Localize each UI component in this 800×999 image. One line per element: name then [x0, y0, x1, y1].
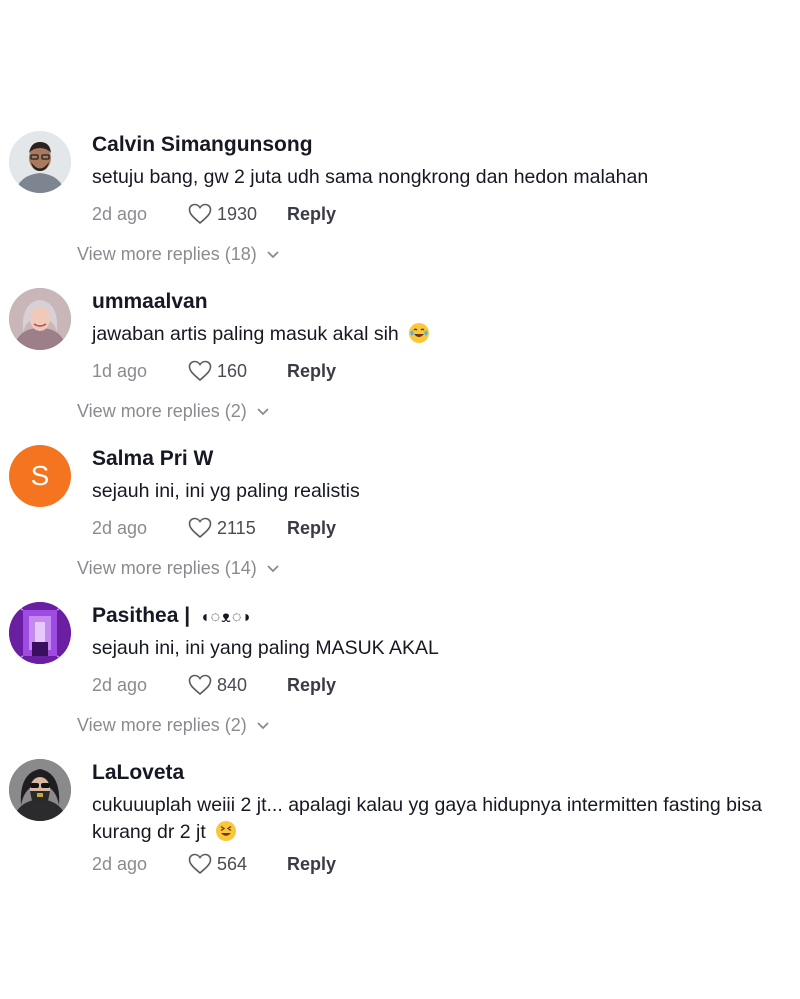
- comment-body: cukuuuplah weiii 2 jt... apalagi kalau y…: [92, 794, 762, 843]
- avatar[interactable]: [9, 602, 71, 664]
- heart-icon: [188, 360, 212, 382]
- chevron-down-icon: [267, 250, 279, 258]
- username[interactable]: LaLoveta: [92, 761, 184, 785]
- comment-meta: 2d ago 564 Reply: [92, 851, 336, 877]
- username[interactable]: Calvin Simangunsong: [92, 133, 313, 157]
- comment-item: LaLoveta cukuuuplah weiii 2 jt... apalag…: [0, 759, 800, 916]
- comment-meta: 2d ago 840 Reply: [92, 672, 336, 698]
- view-more-replies[interactable]: View more replies (2): [77, 715, 269, 736]
- view-more-replies[interactable]: View more replies (2): [77, 401, 269, 422]
- heart-icon: [188, 853, 212, 875]
- comment-text: sejauh ini, ini yang paling MASUK AKAL: [92, 635, 797, 662]
- comment-meta: 1d ago 160 Reply: [92, 358, 336, 384]
- comment-body: sejauh ini, ini yg paling realistis: [92, 480, 360, 502]
- chevron-down-icon: [257, 721, 269, 729]
- comment-meta: 2d ago 1930 Reply: [92, 201, 336, 227]
- username[interactable]: Pasithea | ◖◌ᴥ◌◗: [92, 604, 253, 628]
- view-more-label: View more replies (18): [77, 244, 257, 264]
- comment-body: jawaban artis paling masuk akal sih: [92, 323, 399, 345]
- chevron-down-icon: [257, 407, 269, 415]
- comment-text: sejauh ini, ini yg paling realistis: [92, 478, 797, 505]
- avatar[interactable]: [9, 759, 71, 821]
- like-button[interactable]: 1930: [188, 203, 269, 225]
- comment-item: S Salma Pri W sejauh ini, ini yg paling …: [0, 445, 800, 602]
- username-text: ummaalvan: [92, 290, 208, 313]
- chevron-down-icon: [267, 564, 279, 572]
- reply-button[interactable]: Reply: [287, 854, 336, 875]
- comment-meta: 2d ago 2115 Reply: [92, 515, 336, 541]
- view-more-replies[interactable]: View more replies (14): [77, 558, 279, 579]
- reply-button[interactable]: Reply: [287, 361, 336, 382]
- username[interactable]: Salma Pri W: [92, 447, 213, 471]
- heart-icon: [188, 517, 212, 539]
- view-more-label: View more replies (14): [77, 558, 257, 578]
- username-text: Calvin Simangunsong: [92, 133, 313, 156]
- timestamp: 2d ago: [92, 853, 148, 874]
- avatar[interactable]: [9, 288, 71, 350]
- like-button[interactable]: 2115: [188, 517, 269, 539]
- reply-button[interactable]: Reply: [287, 675, 336, 696]
- like-count: 160: [217, 360, 248, 381]
- view-more-label: View more replies (2): [77, 715, 247, 735]
- comment-item: Pasithea | ◖◌ᴥ◌◗ sejauh ini, ini yang pa…: [0, 602, 800, 759]
- avatar-initial: S: [30, 460, 50, 491]
- comment-body: sejauh ini, ini yang paling MASUK AKAL: [92, 637, 439, 659]
- username[interactable]: ummaalvan: [92, 290, 208, 314]
- avatar[interactable]: [9, 131, 71, 193]
- timestamp: 2d ago: [92, 517, 148, 538]
- avatar[interactable]: S: [9, 445, 71, 507]
- like-count: 1930: [217, 203, 258, 224]
- username-text: Pasithea |: [92, 604, 191, 627]
- comment-text: setuju bang, gw 2 juta udh sama nongkron…: [92, 164, 797, 191]
- like-count: 840: [217, 674, 248, 695]
- timestamp: 2d ago: [92, 674, 148, 695]
- view-more-label: View more replies (2): [77, 401, 247, 421]
- comment-item: ummaalvan jawaban artis paling masuk aka…: [0, 288, 800, 445]
- laughing-tears-emoji-icon: [409, 323, 430, 343]
- like-count: 2115: [217, 517, 256, 538]
- like-count: 564: [217, 853, 248, 874]
- timestamp: 1d ago: [92, 360, 148, 381]
- timestamp: 2d ago: [92, 203, 148, 224]
- comment-text: cukuuuplah weiii 2 jt... apalagi kalau y…: [92, 792, 797, 846]
- like-button[interactable]: 840: [188, 674, 269, 696]
- like-button[interactable]: 160: [188, 360, 269, 382]
- reply-button[interactable]: Reply: [287, 204, 336, 225]
- heart-icon: [188, 674, 212, 696]
- comment-item: Calvin Simangunsong setuju bang, gw 2 ju…: [0, 131, 800, 288]
- view-more-replies[interactable]: View more replies (18): [77, 244, 279, 265]
- heart-icon: [188, 203, 212, 225]
- reply-button[interactable]: Reply: [287, 518, 336, 539]
- username-text: Salma Pri W: [92, 447, 214, 470]
- comment-text: jawaban artis paling masuk akal sih: [92, 321, 797, 348]
- comment-body: setuju bang, gw 2 juta udh sama nongkron…: [92, 166, 649, 188]
- username-text: LaLoveta: [92, 761, 185, 784]
- like-button[interactable]: 564: [188, 853, 269, 875]
- grinning-squinting-emoji-icon: [216, 821, 237, 841]
- username-decoration: ◖◌ᴥ◌◗: [199, 609, 253, 626]
